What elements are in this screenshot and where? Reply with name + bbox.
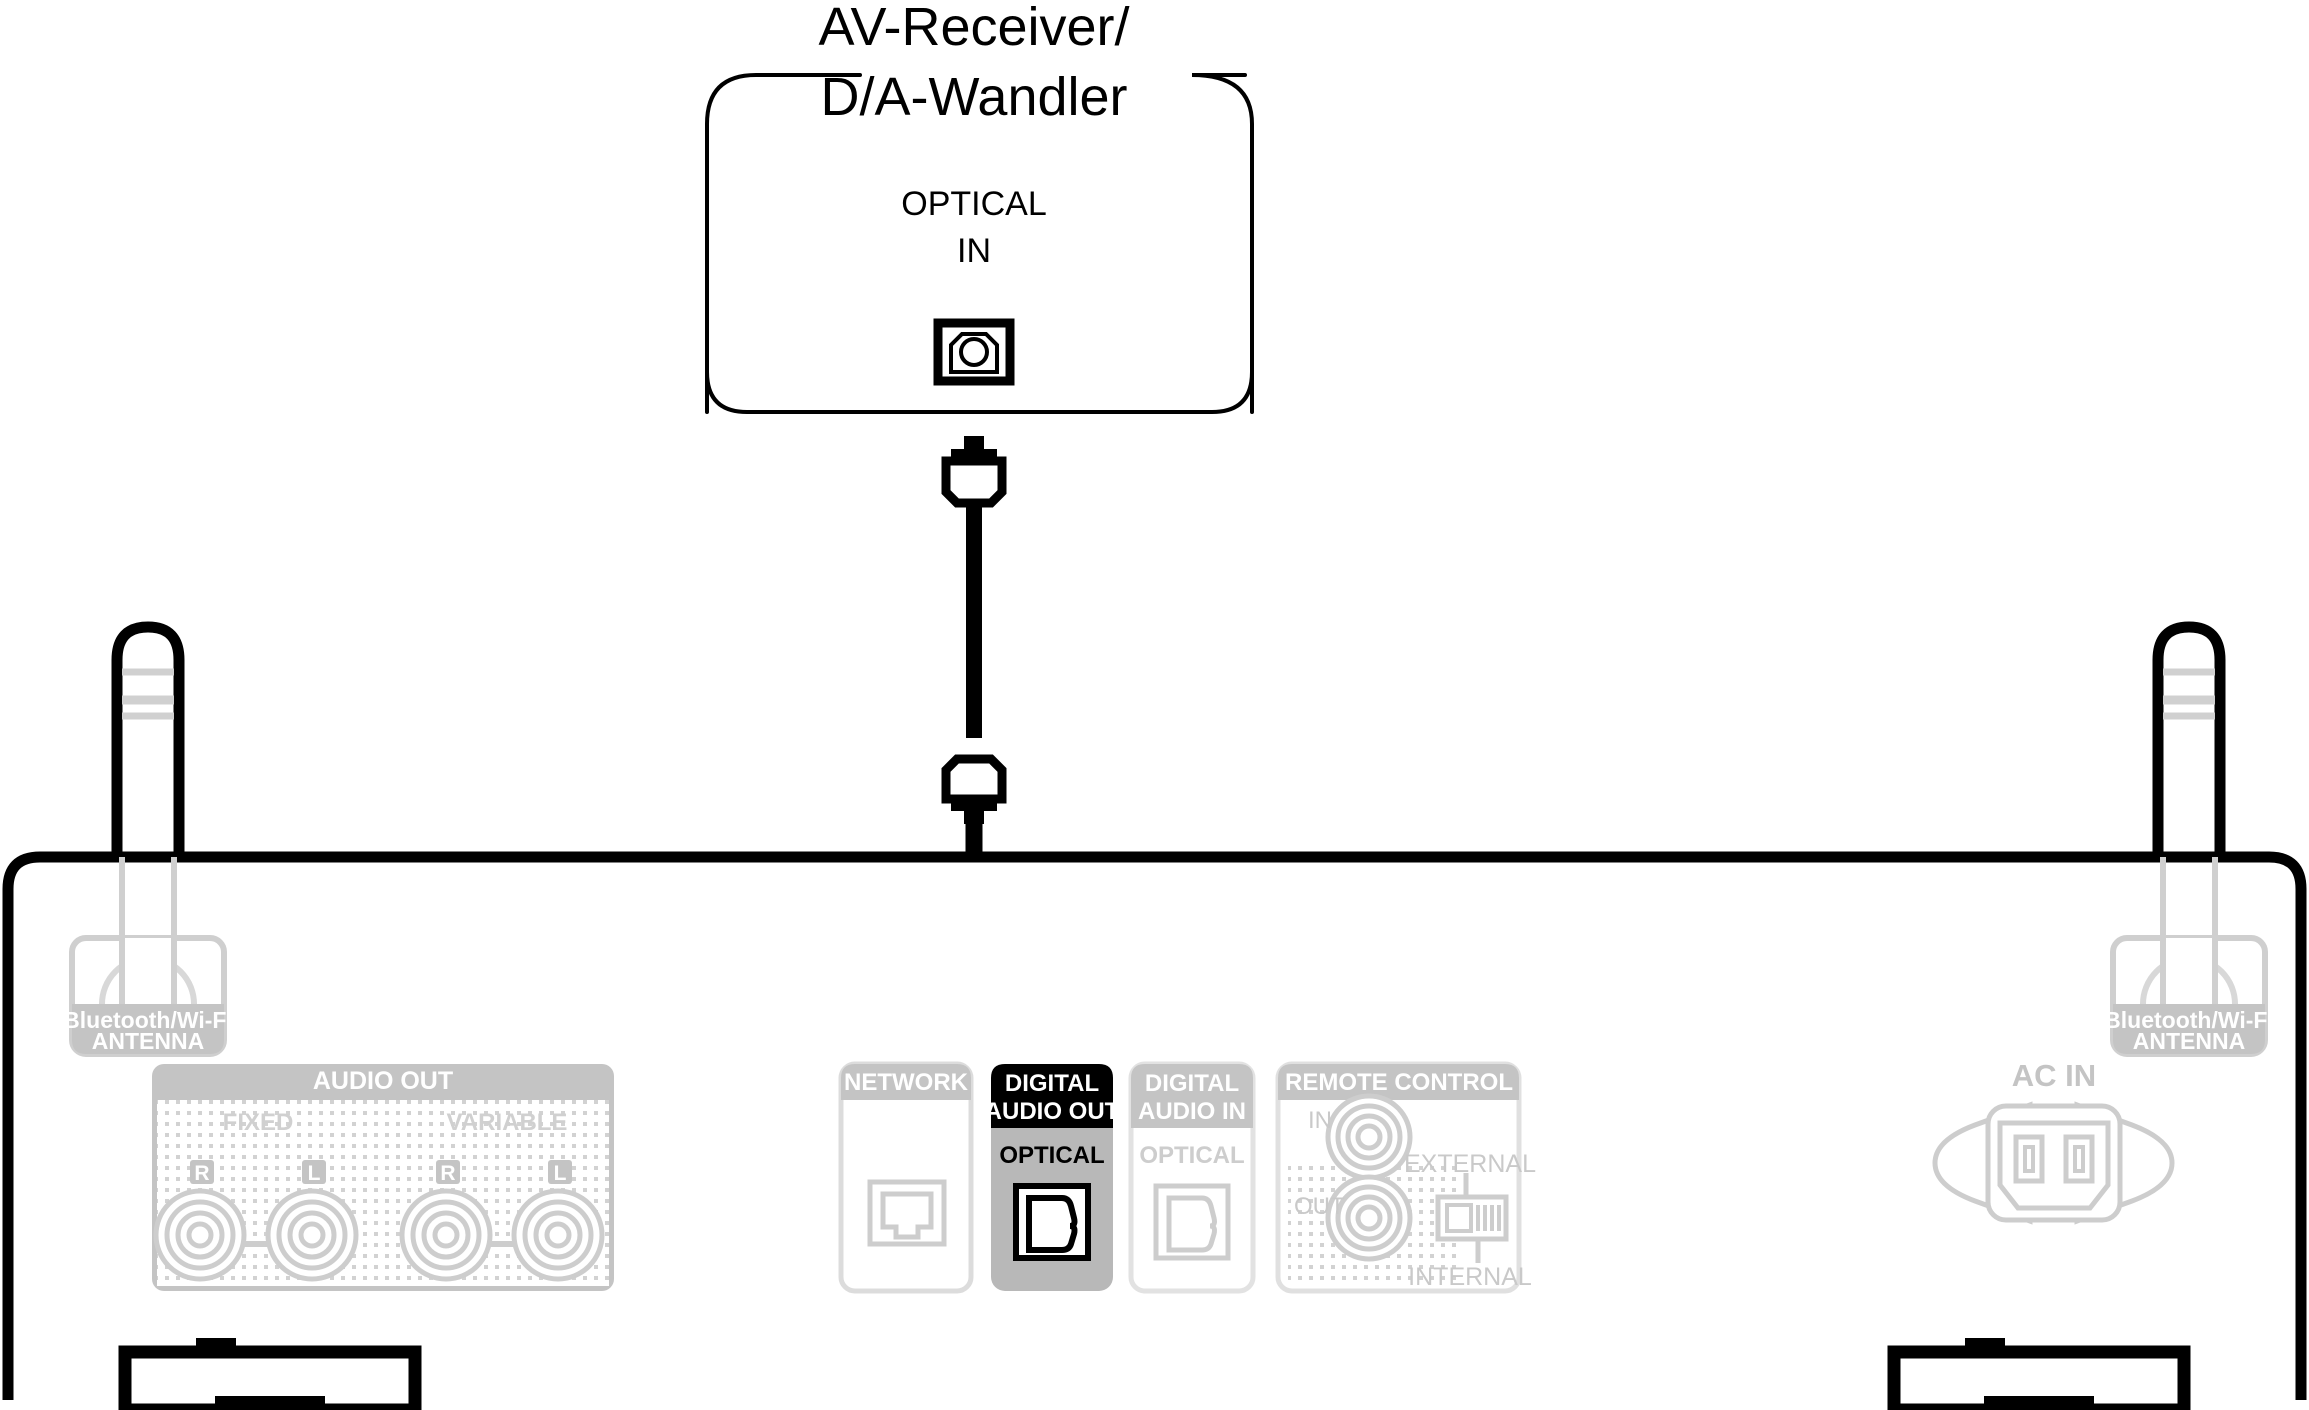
audio-out-channel-fixed-l: L — [308, 1162, 321, 1185]
network-panel — [838, 1061, 974, 1294]
cable-connector-top — [941, 436, 1007, 508]
antenna-left-label-line2: ANTENNA — [92, 1028, 204, 1054]
remote-control-switch-label-external: EXTERNAL — [1404, 1150, 1536, 1178]
audio-out-channel-variable-r: R — [440, 1162, 455, 1185]
remote-control-out-label: OUT — [1294, 1193, 1345, 1220]
ac-in-label: AC IN — [2012, 1058, 2096, 1093]
external-optical-in-port[interactable] — [933, 318, 1015, 386]
device-foot-right — [1887, 1338, 2191, 1410]
audio-out-channel-variable-l: L — [554, 1162, 567, 1185]
digital-audio-out-sub-label: OPTICAL — [999, 1142, 1104, 1169]
device-foot-left — [118, 1338, 422, 1410]
audio-out-jack-variable-r[interactable] — [399, 1188, 493, 1282]
external-device-title-line1: AV-Receiver/ — [818, 0, 1129, 57]
audio-out-jack-fixed-l[interactable] — [265, 1188, 359, 1282]
audio-out-panel — [152, 1064, 614, 1291]
remote-control-switch-label-internal: INTERNAL — [1408, 1263, 1532, 1291]
antenna-left — [111, 621, 185, 872]
digital-audio-in-header-line2: AUDIO IN — [1138, 1098, 1246, 1125]
network-rj45-jack[interactable] — [867, 1179, 947, 1247]
remote-control-jack-in[interactable] — [1325, 1093, 1413, 1181]
digital-audio-out-header-line1: DIGITAL — [1005, 1070, 1099, 1097]
digital-audio-in-sub-label: OPTICAL — [1139, 1142, 1244, 1169]
audio-out-jack-variable-l[interactable] — [511, 1188, 605, 1282]
network-header: NETWORK — [844, 1069, 969, 1096]
remote-control-in-label: IN — [1308, 1107, 1332, 1134]
audio-out-jack-fixed-r[interactable] — [153, 1188, 247, 1282]
remote-control-header: REMOTE CONTROL — [1285, 1069, 1513, 1096]
audio-out-channel-fixed-r: R — [194, 1162, 209, 1185]
connection-diagram: AV-Receiver/ D/A-Wandler OPTICAL IN Blue… — [0, 0, 2309, 1410]
digital-audio-out-jack[interactable] — [1013, 1183, 1091, 1261]
audio-out-group-label-fixed: FIXED — [223, 1109, 294, 1136]
digital-audio-in-jack[interactable] — [1153, 1183, 1231, 1261]
audio-out-header: AUDIO OUT — [313, 1067, 453, 1095]
external-device-title-line2: D/A-Wandler — [820, 67, 1127, 127]
external-optical-label-line1: OPTICAL — [901, 185, 1046, 223]
digital-audio-in-header-line1: DIGITAL — [1145, 1070, 1239, 1097]
cable-connector-bottom — [941, 754, 1007, 824]
external-optical-label-line2: IN — [957, 232, 991, 270]
antenna-right — [2152, 621, 2226, 872]
audio-out-group-label-variable: VARIABLE — [447, 1109, 568, 1136]
digital-audio-out-header-line2: AUDIO OUT — [985, 1098, 1120, 1125]
diagram-canvas: AV-Receiver/ D/A-Wandler OPTICAL IN Blue… — [2, 0, 2307, 1410]
antenna-right-label-line2: ANTENNA — [2133, 1028, 2245, 1054]
